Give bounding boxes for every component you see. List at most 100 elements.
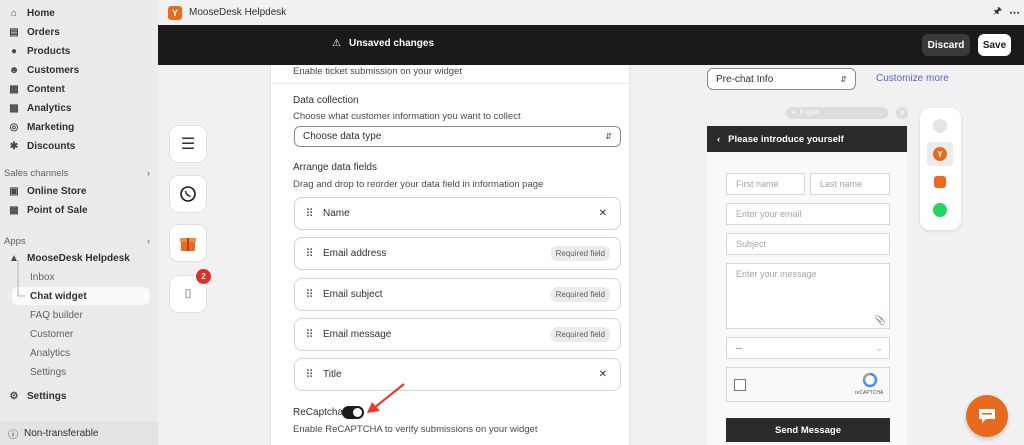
unsaved-message: Unsaved changes [348, 38, 435, 49]
home-icon: ⌂ [10, 7, 18, 19]
sidebar-item-label: Customers [27, 64, 80, 76]
drag-handle-icon[interactable]: ⠿ [295, 288, 323, 301]
sidebar-item-point-of-sale[interactable]: ▦ Point of Sale [6, 201, 152, 219]
remove-field-icon[interactable]: ✕ [599, 208, 607, 219]
gift-button[interactable] [170, 225, 206, 261]
drag-handle-icon[interactable]: ⠿ [295, 328, 323, 341]
sidebar-item-content[interactable]: ▦ Content [6, 80, 152, 98]
email-input[interactable]: Enter your email [726, 203, 890, 225]
sidebar-item-discounts[interactable]: ✱ Discounts [6, 137, 152, 155]
field-name: Email address [323, 248, 387, 259]
data-type-select[interactable]: Choose data type ⇵ [294, 126, 621, 147]
globe-icon: ● [792, 110, 796, 116]
pos-icon: ▦ [9, 204, 19, 216]
sidebar-item-customers[interactable]: ☻ Customers [6, 61, 152, 79]
recaptcha-text: reCAPTCHA [855, 390, 884, 396]
sidebar-item-analytics[interactable]: ▩ Analytics [6, 99, 152, 117]
drag-handle-icon[interactable]: ⠿ [295, 368, 323, 381]
field-row-email-address[interactable]: ⠿ Email address Required field [294, 237, 621, 270]
send-message-button[interactable]: Send Message [726, 418, 890, 442]
sidebar-item-online-store[interactable]: ▣ Online Store [6, 182, 152, 200]
first-name-input[interactable]: First name [726, 173, 805, 195]
sidebar-sub-chat-widget[interactable]: Chat widget [12, 287, 150, 305]
annotation-arrow-icon [367, 383, 405, 413]
chevron-down-icon: ⌄ [875, 342, 883, 353]
field-row-title[interactable]: ⠿ Title ✕ [294, 358, 621, 391]
select-value: Pre-chat Info [716, 73, 774, 85]
language-value: English [799, 110, 820, 116]
back-chevron-icon[interactable]: ‹ [717, 134, 720, 145]
sub-label: Chat widget [30, 290, 87, 302]
last-name-input[interactable]: Last name [810, 173, 890, 195]
drag-handle-icon[interactable]: ⠿ [295, 207, 323, 220]
save-button[interactable]: Save [978, 34, 1011, 56]
attachment-icon[interactable]: 📎 [875, 315, 886, 326]
sidebar-sub-analytics[interactable]: Analytics [30, 344, 150, 362]
menu-button[interactable]: ☰ [170, 126, 206, 162]
whatsapp-icon [180, 186, 196, 202]
sub-label: Inbox [30, 271, 55, 283]
chat-bubble-icon [979, 409, 995, 423]
recaptcha-help: Enable ReCAPTCHA to verify submissions o… [293, 424, 538, 435]
data-collection-help: Choose what customer information you wan… [293, 111, 521, 122]
section-label: Apps [4, 236, 26, 247]
arrange-fields-help: Drag and drop to reorder your data field… [293, 179, 544, 190]
sub-label: Customer [30, 328, 74, 340]
preview-mode-select[interactable]: Pre-chat Info ⇵ [707, 68, 856, 90]
dropdown-select[interactable]: -- ⌄ [726, 337, 890, 359]
recaptcha-label: ReCaptcha [293, 407, 344, 418]
unsaved-changes-bar: ⚠ Unsaved changes Discard Save [158, 25, 1024, 65]
warning-icon: ⚠ [332, 38, 341, 49]
sidebar-sub-faq-builder[interactable]: FAQ builder [30, 306, 150, 324]
subject-input[interactable]: Subject [726, 233, 890, 255]
sidebar-item-marketing[interactable]: ◎ Marketing [6, 118, 152, 136]
field-row-name[interactable]: ⠿ Name ✕ [294, 197, 621, 230]
moosedesk-logo-icon: Y [933, 147, 947, 161]
sidebar-item-moosedesk[interactable]: ▲ MooseDesk Helpdesk [6, 249, 152, 267]
field-name: Email message [323, 329, 392, 340]
sidebar-item-home[interactable]: ⌂ Home [6, 4, 152, 22]
channel-bar: Y [920, 108, 961, 230]
recaptcha-checkbox[interactable] [734, 379, 746, 391]
sales-channels-heading[interactable]: Sales channels › [4, 168, 150, 179]
chat-channel-icon[interactable] [933, 119, 947, 133]
whatsapp-channel-icon[interactable] [933, 203, 947, 217]
pin-icon[interactable]: 🖈 [993, 4, 1002, 21]
sidebar-sub-settings[interactable]: Settings [30, 363, 150, 381]
sidebar-item-label: Marketing [27, 121, 75, 133]
whatsapp-button[interactable] [170, 176, 206, 212]
field-row-email-message[interactable]: ⠿ Email message Required field [294, 318, 621, 351]
customers-icon: ☻ [8, 64, 20, 76]
sidebar-sub-inbox[interactable]: Inbox [30, 268, 150, 286]
required-badge: Required field [550, 287, 610, 302]
chevron-down-icon: ⌄ [877, 110, 883, 117]
more-icon[interactable]: ⋯ [1009, 6, 1020, 19]
remove-field-icon[interactable]: ✕ [599, 369, 607, 380]
select-value: -- [736, 343, 742, 353]
chevron-right-icon: › [146, 168, 150, 179]
discard-button[interactable]: Discard [922, 34, 970, 56]
sidebar-item-label: MooseDesk Helpdesk [27, 252, 130, 264]
field-row-email-subject[interactable]: ⠿ Email subject Required field [294, 278, 621, 311]
sidebar-item-products[interactable]: ● Products [6, 42, 152, 60]
analytics-icon: ▩ [9, 102, 19, 114]
gift-channel-icon[interactable] [934, 176, 946, 188]
customize-more-link[interactable]: Customize more [876, 73, 949, 84]
non-transferable-bar[interactable]: ⓘ Non-transferable [0, 422, 158, 445]
drag-handle-icon[interactable]: ⠿ [295, 247, 323, 260]
apps-heading[interactable]: Apps › [4, 236, 150, 247]
close-preview-icon[interactable]: ✕ [896, 107, 908, 119]
sub-label: Settings [30, 366, 67, 378]
orders-icon: ▤ [9, 26, 19, 38]
sidebar-item-settings[interactable]: ⚙ Settings [6, 387, 152, 405]
widget-title: Please introduce yourself [728, 133, 844, 145]
section-label: Sales channels [4, 168, 69, 179]
chat-launcher-button[interactable] [966, 395, 1008, 437]
sidebar-item-orders[interactable]: ▤ Orders [6, 23, 152, 41]
moosedesk-channel-button[interactable]: Y [927, 142, 953, 166]
sidebar-item-label: Settings [27, 390, 67, 402]
info-icon: ⓘ [8, 430, 18, 441]
message-textarea[interactable]: Enter your message 📎 [726, 263, 890, 329]
sidebar-sub-customer[interactable]: Customer [30, 325, 150, 343]
language-select[interactable]: ● English ⌄ [786, 107, 888, 119]
